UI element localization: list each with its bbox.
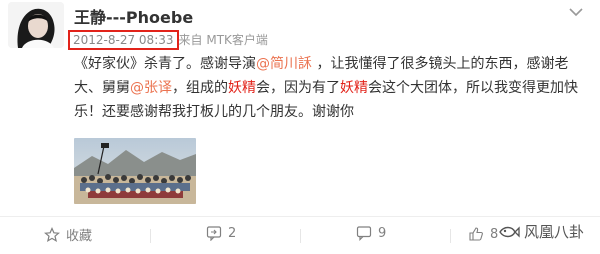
mention-link[interactable]: @张译 xyxy=(130,80,172,96)
highlight-term: 妖精 xyxy=(228,80,256,96)
separator xyxy=(450,229,451,243)
thumbs-up-icon xyxy=(469,227,483,241)
favorite-button[interactable]: 收藏 xyxy=(44,225,92,244)
watermark-text: 风凰八卦 xyxy=(524,223,585,241)
repost-icon xyxy=(206,226,222,241)
star-icon xyxy=(44,226,60,242)
chevron-down-icon[interactable] xyxy=(566,4,586,18)
post-text-segment: ，组成的 xyxy=(172,80,228,96)
comment-count: 9 xyxy=(378,225,387,241)
post-image[interactable] xyxy=(74,138,196,204)
highlight-term: 妖精 xyxy=(340,80,368,96)
watermark: 风凰八卦 xyxy=(498,221,584,242)
post-text-segment: 会，因为有了 xyxy=(256,80,340,96)
post-meta: 2012-8-27 08:33 来自 MTK客户端 xyxy=(68,30,268,50)
comment-icon xyxy=(356,226,372,241)
repost-button[interactable]: 2 xyxy=(206,225,236,241)
client-name[interactable]: MTK客户端 xyxy=(206,33,268,47)
fish-logo-icon xyxy=(499,225,520,238)
post-text: 《好家伙》杀青了。感谢导演@简川訸 ，让我懂得了很多镜头上的东西，感谢老大、舅舅… xyxy=(74,52,584,124)
mention-link[interactable]: @简川訸 xyxy=(256,56,312,72)
separator xyxy=(150,229,151,243)
repost-count: 2 xyxy=(228,225,237,241)
avatar-photo xyxy=(8,2,64,48)
like-button[interactable]: 8 xyxy=(468,226,498,242)
avatar[interactable] xyxy=(8,2,64,48)
source-prefix: 来自 xyxy=(178,33,203,47)
comment-button[interactable]: 9 xyxy=(356,225,386,241)
author-name[interactable]: 王静---Phoebe xyxy=(74,4,193,28)
post-text-segment: 《好家伙》杀青了。感谢导演 xyxy=(74,56,256,72)
separator xyxy=(300,229,301,243)
post-timestamp[interactable]: 2012-8-27 08:33 xyxy=(68,30,179,50)
favorite-label: 收藏 xyxy=(66,229,93,244)
